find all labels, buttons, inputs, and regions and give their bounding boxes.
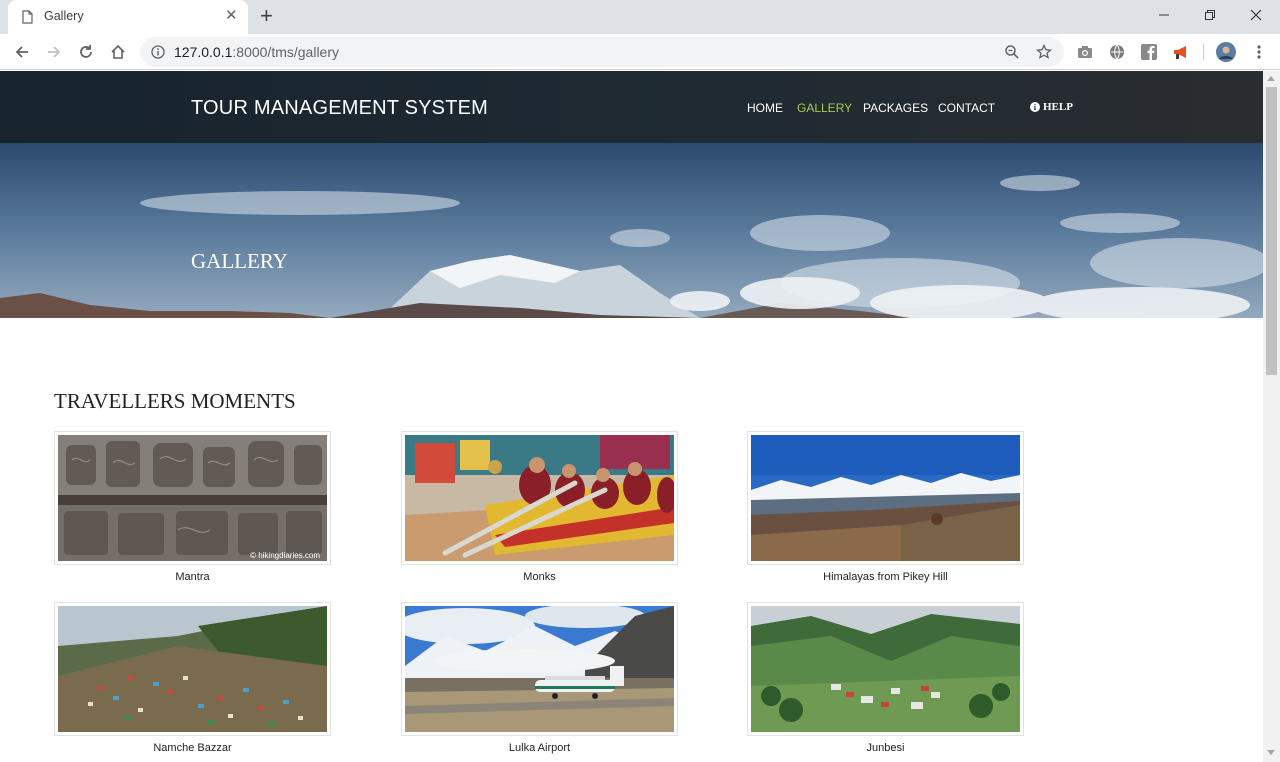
browser-toolbar: 127.0.0.1:8000/tms/gallery bbox=[0, 34, 1280, 70]
mountain-sky-image bbox=[0, 143, 1263, 318]
info-icon[interactable] bbox=[151, 45, 165, 59]
section-title: TRAVELLERS MOMENTS bbox=[54, 389, 296, 413]
url-text[interactable]: 127.0.0.1:8000/tms/gallery bbox=[174, 44, 339, 60]
gallery-card-junbesi[interactable]: Junbesi bbox=[747, 602, 1024, 754]
nav-contact[interactable]: CONTACT bbox=[938, 101, 995, 115]
namche-bazzar-image bbox=[58, 606, 327, 732]
tab-title: Gallery bbox=[44, 9, 84, 23]
nav-home[interactable]: HOME bbox=[747, 101, 783, 115]
lulka-airport-image bbox=[405, 606, 674, 732]
gallery-card-namche-bazzar[interactable]: Namche Bazzar bbox=[54, 602, 331, 754]
restore-icon[interactable] bbox=[1187, 4, 1233, 26]
profile-avatar[interactable] bbox=[1216, 42, 1236, 62]
nav-packages[interactable]: PACKAGES bbox=[863, 101, 928, 115]
gallery-card-lulka-airport[interactable]: Lulka Airport bbox=[401, 602, 678, 754]
page-scrollbar[interactable] bbox=[1263, 71, 1280, 762]
gallery-caption: Mantra bbox=[175, 571, 210, 583]
address-bar[interactable]: 127.0.0.1:8000/tms/gallery bbox=[140, 37, 1064, 67]
browser-tab[interactable]: Gallery ✕ bbox=[8, 0, 248, 34]
himalayas-image bbox=[751, 435, 1020, 561]
gallery-card-himalayas[interactable]: Himalayas from Pikey Hill bbox=[747, 431, 1024, 583]
minimize-icon[interactable] bbox=[1141, 4, 1187, 26]
gallery-thumbnail[interactable]: © hikingdiaries.com bbox=[54, 431, 331, 565]
close-window-icon[interactable] bbox=[1233, 4, 1279, 26]
reload-icon[interactable] bbox=[76, 42, 96, 62]
nav-gallery[interactable]: GALLERY bbox=[797, 101, 852, 115]
back-icon[interactable] bbox=[12, 42, 32, 62]
gallery-thumbnail[interactable] bbox=[401, 431, 678, 565]
gallery-thumbnail[interactable] bbox=[401, 602, 678, 736]
gallery-caption: Junbesi bbox=[866, 742, 905, 754]
help-label: HELP bbox=[1043, 101, 1073, 113]
browser-tab-bar: Gallery ✕ + bbox=[0, 0, 1280, 34]
megaphone-extension-icon[interactable] bbox=[1172, 43, 1190, 61]
page-viewport: TOUR MANAGEMENT SYSTEM HOME GALLERY PACK… bbox=[0, 71, 1263, 762]
menu-dots-icon[interactable] bbox=[1250, 43, 1268, 61]
scroll-thumb[interactable] bbox=[1266, 87, 1277, 375]
close-tab-icon[interactable]: ✕ bbox=[225, 8, 238, 24]
gallery-card-monks[interactable]: Monks bbox=[401, 431, 678, 583]
gallery-card-mantra[interactable]: © hikingdiaries.com Mantra bbox=[54, 431, 331, 583]
junbesi-image bbox=[751, 606, 1020, 732]
scroll-down-icon[interactable] bbox=[1267, 750, 1275, 755]
globe-extension-icon[interactable] bbox=[1108, 43, 1126, 61]
gallery-caption: Lulka Airport bbox=[508, 742, 571, 754]
watermark-text: © hikingdiaries.com bbox=[250, 551, 320, 560]
mantra-stones-image: © hikingdiaries.com bbox=[58, 435, 327, 561]
document-icon bbox=[22, 10, 33, 24]
zoom-icon[interactable] bbox=[1004, 44, 1020, 60]
camera-extension-icon[interactable] bbox=[1076, 43, 1094, 61]
new-tab-icon[interactable]: + bbox=[260, 5, 273, 27]
gallery-caption: Monks bbox=[523, 571, 556, 583]
home-icon[interactable] bbox=[108, 42, 128, 62]
scroll-up-icon[interactable] bbox=[1267, 76, 1275, 81]
help-link[interactable]: i HELP bbox=[1030, 101, 1073, 113]
gallery-thumbnail[interactable] bbox=[54, 602, 331, 736]
gallery-caption: Himalayas from Pikey Hill bbox=[823, 571, 948, 583]
hero-banner: GALLERY bbox=[0, 143, 1263, 318]
site-header: TOUR MANAGEMENT SYSTEM HOME GALLERY PACK… bbox=[0, 71, 1263, 143]
facebook-extension-icon[interactable] bbox=[1140, 43, 1158, 61]
forward-icon[interactable] bbox=[44, 42, 64, 62]
info-circle-icon: i bbox=[1030, 102, 1040, 112]
monks-image bbox=[405, 435, 674, 561]
bookmark-star-icon[interactable] bbox=[1036, 44, 1052, 60]
site-brand[interactable]: TOUR MANAGEMENT SYSTEM bbox=[191, 97, 488, 120]
hero-title: GALLERY bbox=[191, 249, 288, 273]
gallery-thumbnail[interactable] bbox=[747, 431, 1024, 565]
gallery-thumbnail[interactable] bbox=[747, 602, 1024, 736]
gallery-caption: Namche Bazzar bbox=[153, 742, 232, 754]
